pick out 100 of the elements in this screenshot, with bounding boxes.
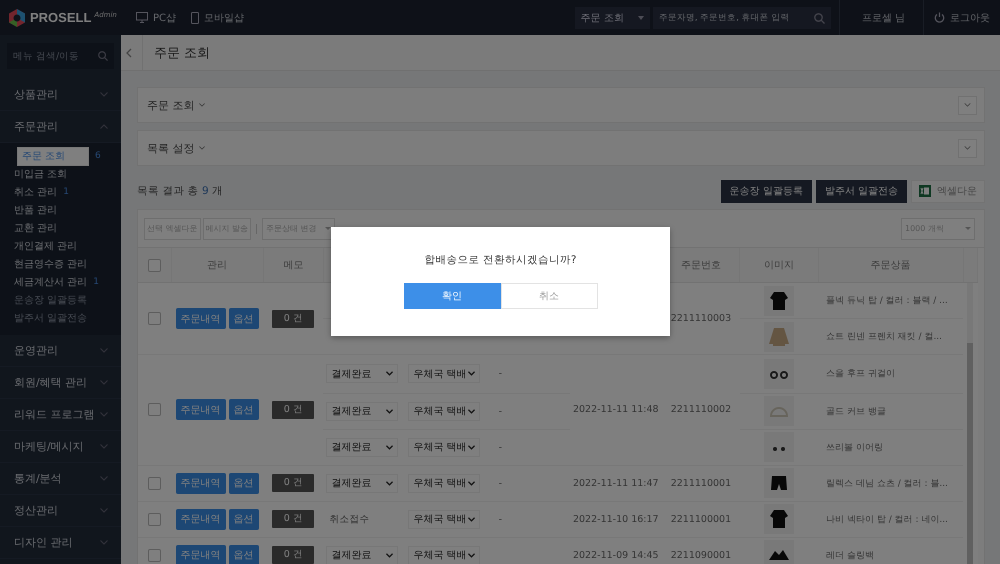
power-icon [934,12,945,23]
checkbox[interactable] [148,548,162,562]
action-button[interactable]: 운송장 일괄등록 [720,180,812,202]
order-number: 2211110002 [670,404,732,416]
status-select[interactable]: 결제완료 [326,474,398,492]
status-text: 취소접수 [328,514,370,524]
courier-select[interactable]: 우체국 택배 [408,510,480,528]
submenu-item[interactable]: 반품 관리 [14,203,58,217]
checkbox[interactable] [148,312,162,325]
table-cell: - [498,368,502,380]
spreadsheet-icon [919,185,931,197]
memo-count[interactable]: 0 건 [272,546,314,564]
order-date: 2022-11-09 14:45 [572,550,659,560]
table-cell: - [498,514,502,524]
caret-icon [468,480,476,486]
expand-button[interactable] [958,138,977,158]
product-name[interactable]: 나비 넥타이 탑 / 컬러 : 네이... [826,514,948,524]
courier-select[interactable]: 우체국 택배 [408,402,480,420]
courier-select[interactable]: 우체국 택배 [408,546,480,564]
checkbox[interactable] [148,476,162,490]
submenu-item[interactable]: 세금계산서 관리 [14,275,88,289]
scrollbar[interactable] [967,283,974,564]
caret-icon [386,371,394,376]
result-count: 목록 결과 총 9 개 [137,184,224,198]
order-action-button[interactable]: 옵션 [228,472,259,494]
submenu-item[interactable]: 주문 조회 [17,146,89,166]
chevron-icon [964,103,971,107]
product-name[interactable]: 쓰리볼 이어링 [826,442,883,452]
panel-title[interactable]: 주문 조회 [147,98,194,112]
chevron-icon [964,146,971,150]
phone-icon [191,12,200,24]
mobile-shop-link[interactable]: 모바일샵 [191,10,244,24]
submenu-item[interactable]: 취소 관리 [14,185,58,199]
courier-select[interactable]: 우체국 택배 [408,474,480,492]
caret-icon [468,516,476,522]
product-name[interactable]: 레더 슬링백 [826,550,874,560]
page-title: 주문 조회 [142,35,210,70]
order-action-button[interactable]: 옵션 [228,308,259,329]
action-button[interactable]: 발주서 일괄전송 [816,180,907,202]
table-cell: - [498,442,502,452]
product-name[interactable]: 쇼트 린넨 프렌치 재킷 / 컬... [826,332,942,342]
submenu-item[interactable]: 현금영수증 관리 [14,257,88,271]
product-name[interactable]: 스을 후프 귀걸이 [826,369,895,380]
column-header: 메모 [283,260,304,271]
chevron-icon [198,103,204,107]
excel-download-button[interactable]: 엑셀다운 [911,180,985,202]
order-action-button[interactable]: 옵션 [228,399,259,420]
submenu-item[interactable]: 교환 관리 [14,221,58,235]
memo-count[interactable]: 0 건 [272,310,314,328]
panel-title[interactable]: 목록 설정 [147,140,194,156]
search-icon[interactable] [98,51,108,61]
memo-count[interactable]: 0 건 [272,510,314,528]
monitor-icon [136,12,148,23]
status-select[interactable]: 결제완료 [326,364,398,384]
status-select[interactable]: 결제완료 [326,546,398,564]
submenu-item[interactable]: 개인결제 관리 [14,239,78,253]
checkbox[interactable] [148,512,162,526]
order-number: 2211110001 [670,478,732,488]
order-action-button[interactable]: 주문내역 [176,472,226,494]
logo-icon [7,8,27,28]
search-icon[interactable] [814,12,825,24]
back-icon[interactable] [126,48,132,58]
menu-search-field[interactable]: 메뉴 검색/이동 [7,43,114,69]
search-scope-select[interactable]: 주문 조회 [574,6,650,28]
caret-icon [638,16,644,20]
cancel-button[interactable]: 취소 [500,283,598,309]
caret-icon [468,408,476,414]
order-action-button[interactable]: 주문내역 [176,308,226,329]
caret-icon [468,444,476,450]
product-name[interactable]: 릴렉스 데님 쇼츠 / 컬러 : 블... [826,478,948,488]
order-action-button[interactable]: 옵션 [228,508,259,530]
product-name[interactable]: 플넥 듀닉 탑 / 컬러 : 블랙 / ... [826,296,948,306]
memo-count[interactable]: 0 건 [272,474,314,492]
pc-shop-link[interactable]: PC샵 [136,10,176,24]
count-label: 1 [63,187,69,197]
order-action-button[interactable]: 주문내역 [176,508,226,530]
search-field[interactable]: 주문자명, 주문번호, 휴대폰 입력 [652,6,831,28]
caret-icon [468,371,476,376]
checkbox[interactable] [148,258,161,272]
order-action-button[interactable]: 주문내역 [176,399,226,420]
column-header: 주문번호 [680,260,721,271]
courier-select[interactable]: 우체국 택배 [408,438,480,456]
confirm-button[interactable]: 확인 [404,283,500,309]
expand-button[interactable] [958,96,977,114]
dialog-message: 합배송으로 전환하시겠습니까? [424,253,576,267]
count-label: 6 [95,151,101,161]
order-number: 2211090001 [670,550,732,560]
order-number: 2211110003 [670,313,732,324]
memo-count[interactable]: 0 건 [272,400,314,419]
status-select[interactable]: 결제완료 [326,402,398,420]
checkbox[interactable] [148,403,162,416]
order-action-button[interactable]: 주문내역 [176,544,226,564]
submenu-item[interactable]: 미입금 조회 [14,167,68,181]
logo-text[interactable]: PROSELL [30,10,92,25]
count-label: 1 [93,277,99,287]
order-action-button[interactable]: 옵션 [228,544,259,564]
caret-icon [468,552,476,558]
product-name[interactable]: 골드 커브 뱅글 [826,406,886,416]
status-select[interactable]: 결제완료 [326,438,398,456]
courier-select[interactable]: 우체국 택배 [408,364,480,384]
